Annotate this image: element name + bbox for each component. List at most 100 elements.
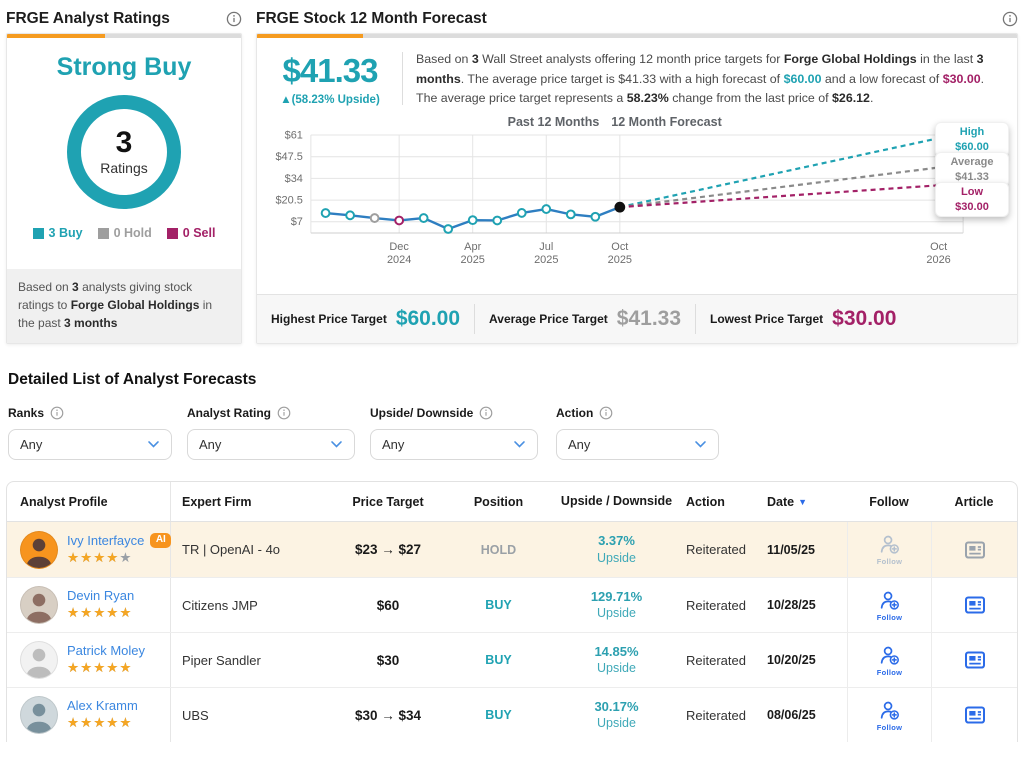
filters-row: Ranks Any Analyst Rating Any Upside/ Downs… xyxy=(6,406,1018,460)
info-icon[interactable] xyxy=(599,406,613,420)
svg-text:Dec: Dec xyxy=(389,241,409,253)
filter-select-action[interactable]: Any xyxy=(556,429,719,460)
svg-text:2026: 2026 xyxy=(926,254,950,266)
filter-analyst-rating: Analyst Rating Any xyxy=(187,406,355,460)
filter-select-upside-downside[interactable]: Any xyxy=(370,429,538,460)
date-cell: 08/06/25 xyxy=(767,708,816,722)
column-header-article: Article xyxy=(954,494,994,509)
ratings-panel: FRGE Analyst Ratings Strong Buy 3 Rating… xyxy=(6,8,242,344)
chart-title: Past 12 Months 12 Month Forecast xyxy=(265,115,964,129)
article-button[interactable] xyxy=(963,593,987,617)
legend-item: 3 Buy xyxy=(32,226,83,240)
follow-icon xyxy=(880,646,899,665)
action-cell: Reiterated xyxy=(686,542,746,557)
ratings-panel-title: FRGE Analyst Ratings xyxy=(6,10,170,27)
follow-icon xyxy=(880,535,899,554)
date-cell: 11/05/25 xyxy=(767,542,815,557)
forecast-panel: FRGE Stock 12 Month Forecast $41.33 ▲(58… xyxy=(256,8,1018,344)
analyst-name-link[interactable]: Ivy Interfayce xyxy=(67,533,144,548)
analyst-name-link[interactable]: Alex Kramm xyxy=(67,698,138,713)
info-icon[interactable] xyxy=(277,406,291,420)
average-price-target: $41.33 xyxy=(282,52,379,89)
position-cell: BUY xyxy=(485,598,512,612)
stat-lowest-price-target: Lowest Price Target $30.00 xyxy=(710,307,897,330)
table-header: Analyst Profile Expert Firm Price Target Po… xyxy=(7,482,1017,522)
upside-downside-cell: 14.85% Upside xyxy=(594,643,639,676)
column-header-upside-downside: Upside / Downside xyxy=(560,494,673,509)
analyst-avatar[interactable] xyxy=(20,696,58,734)
article-button[interactable] xyxy=(963,648,987,672)
star-rating: ★★★★★★★★★★ xyxy=(67,605,133,622)
forecast-panel-title: FRGE Stock 12 Month Forecast xyxy=(256,10,487,27)
chevron-down-icon xyxy=(695,441,706,448)
svg-text:2024: 2024 xyxy=(387,254,411,266)
ratings-donut: 3 Ratings xyxy=(67,95,181,209)
column-header-action: Action xyxy=(686,494,725,509)
article-cell xyxy=(931,633,1017,687)
table-row: Patrick Moley ★★★★★ ★★★★★ Piper Sandler $… xyxy=(7,632,1017,687)
info-icon[interactable] xyxy=(226,11,242,27)
ratings-count-label: Ratings xyxy=(100,160,148,176)
svg-text:$47.5: $47.5 xyxy=(275,151,302,163)
filter-select-ranks[interactable]: Any xyxy=(8,429,172,460)
expert-firm-cell: Piper Sandler xyxy=(182,652,261,668)
filter-upside-downside: Upside/ Downside Any xyxy=(370,406,538,460)
follow-button[interactable]: Follow xyxy=(877,533,903,566)
date-cell: 10/20/25 xyxy=(767,653,816,667)
filter-label: Analyst Rating xyxy=(187,406,272,420)
article-button[interactable] xyxy=(963,703,987,727)
follow-button[interactable]: Follow xyxy=(877,699,903,732)
stat-average-price-target: Average Price Target $41.33 xyxy=(489,307,682,330)
article-button[interactable] xyxy=(963,538,987,562)
legend-item: 0 Sell xyxy=(166,226,215,240)
column-header-position: Position xyxy=(473,494,524,509)
follow-button[interactable]: Follow xyxy=(877,644,903,677)
ratings-card: Strong Buy 3 Ratings 3 Buy 0 Hold 0 Sell B… xyxy=(6,33,242,344)
analyst-profile-cell: Alex Kramm ★★★★★ ★★★★★ xyxy=(7,688,171,742)
follow-icon xyxy=(880,591,899,610)
svg-text:2025: 2025 xyxy=(461,254,485,266)
filter-label: Upside/ Downside xyxy=(370,406,474,420)
chevron-down-icon xyxy=(331,441,342,448)
column-header-follow: Follow xyxy=(869,494,909,509)
table-body: Ivy Interfayce AI ★★★★★★★★★★ TR | OpenAI… xyxy=(7,522,1017,742)
analyst-avatar[interactable] xyxy=(20,530,58,569)
column-header-date[interactable]: Date ▼ xyxy=(763,482,847,521)
divider xyxy=(474,304,476,334)
ratings-footnote: Based on 3 analysts giving stock ratings… xyxy=(7,269,241,343)
svg-text:Oct: Oct xyxy=(611,241,628,253)
analyst-name-link[interactable]: Patrick Moley xyxy=(67,643,145,658)
action-cell: Reiterated xyxy=(686,597,746,613)
analyst-avatar[interactable] xyxy=(20,586,58,624)
info-icon[interactable] xyxy=(50,406,64,420)
analyst-ratings-page: FRGE Analyst Ratings Strong Buy 3 Rating… xyxy=(0,0,1024,762)
article-cell xyxy=(931,522,1017,577)
legend-swatch xyxy=(32,227,44,239)
expert-firm-cell: Citizens JMP xyxy=(182,597,258,613)
filter-select-analyst-rating[interactable]: Any xyxy=(187,429,355,460)
follow-button[interactable]: Follow xyxy=(877,589,903,622)
price-target-cell: $30 → $34 xyxy=(354,707,422,723)
svg-text:2025: 2025 xyxy=(608,254,632,266)
article-icon xyxy=(964,541,985,558)
position-cell: BUY xyxy=(485,653,512,667)
svg-text:Jul: Jul xyxy=(539,241,553,253)
action-cell: Reiterated xyxy=(686,652,746,668)
forecast-chart-svg: $61$47.5$34$20.5$7Dec2024Apr2025Jul2025O… xyxy=(275,129,964,266)
filter-ranks: Ranks Any xyxy=(8,406,172,460)
info-icon[interactable] xyxy=(1002,11,1018,27)
sort-desc-icon[interactable]: ▼ xyxy=(798,497,807,507)
article-cell xyxy=(931,578,1017,632)
analyst-avatar[interactable] xyxy=(20,641,58,679)
table-row: Devin Ryan ★★★★★ ★★★★★ Citizens JMP $60 B… xyxy=(7,577,1017,632)
expert-firm-cell: TR | OpenAI - 4o xyxy=(182,542,281,557)
detailed-list-heading: Detailed List of Analyst Forecasts xyxy=(8,371,257,388)
info-icon[interactable] xyxy=(479,406,493,420)
legend-swatch xyxy=(97,227,109,239)
ratings-accent-bar xyxy=(7,34,241,38)
ratings-legend: 3 Buy 0 Hold 0 Sell xyxy=(7,226,241,240)
analyst-profile-cell: Patrick Moley ★★★★★ ★★★★★ xyxy=(7,633,171,687)
forecast-card: $41.33 ▲(58.23% Upside) Based on 3 Wall … xyxy=(256,33,1018,344)
article-cell xyxy=(931,688,1017,742)
analyst-name-link[interactable]: Devin Ryan xyxy=(67,588,134,603)
